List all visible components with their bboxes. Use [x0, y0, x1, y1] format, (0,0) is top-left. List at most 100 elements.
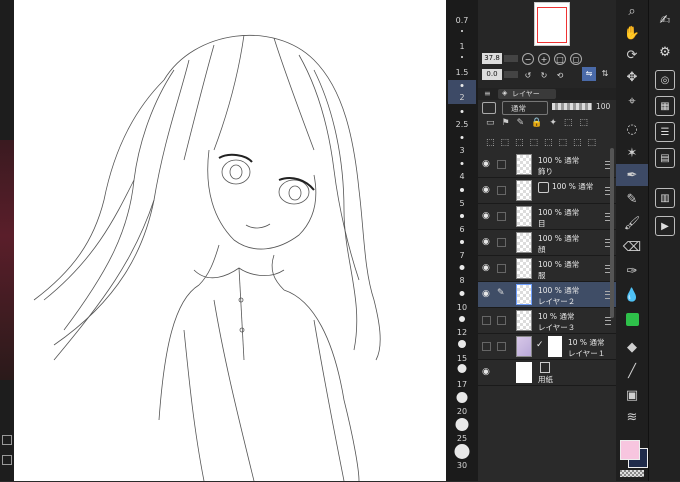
transparent-color-swatch[interactable]	[620, 470, 644, 477]
brush-size-item[interactable]: 1.5	[446, 68, 478, 77]
opacity-slider[interactable]	[552, 103, 592, 110]
hand-icon[interactable]: ✋	[616, 22, 648, 44]
zoom-icon[interactable]: ⌕	[616, 0, 648, 22]
color-set-icon[interactable]: ▦	[655, 96, 675, 116]
brush-size-item[interactable]: 7	[446, 251, 478, 260]
color-wheel-icon[interactable]: ◎	[655, 70, 675, 90]
layer-row-selected[interactable]: ◉ ✎ 100 % 通常 レイヤー２	[478, 282, 616, 308]
brush-size-item[interactable]: 12	[446, 328, 478, 337]
ink-icon[interactable]: ✑	[616, 260, 648, 282]
eye-icon[interactable]: ◉	[482, 159, 490, 169]
brush-size-item[interactable]: 2.5	[446, 120, 478, 129]
brush-size-item[interactable]: 2	[446, 93, 478, 102]
pencil-icon[interactable]: ✎	[616, 188, 648, 210]
eye-icon[interactable]: ◉	[482, 367, 490, 377]
brush-size-item[interactable]: 10	[446, 303, 478, 312]
flip-vertical-icon[interactable]: ⇅	[598, 67, 612, 81]
eye-icon[interactable]: ◉	[482, 263, 490, 273]
drag-handle-icon[interactable]	[605, 317, 611, 325]
brush-size-item[interactable]: 17	[446, 380, 478, 389]
wand-icon[interactable]: ✶	[616, 142, 648, 164]
reset-rotation-icon[interactable]: ⟲	[554, 69, 566, 81]
layer-row[interactable]: 10 % 通常 レイヤー３	[478, 308, 616, 334]
actual-size-icon[interactable]: ◻	[570, 53, 582, 65]
small-box-icon[interactable]	[2, 455, 12, 465]
lock-box[interactable]	[497, 212, 506, 221]
brush-size-item[interactable]: 25	[446, 434, 478, 443]
zoom-out-icon[interactable]: −	[522, 53, 534, 65]
gradient-icon[interactable]: ▣	[616, 384, 648, 406]
layer-row[interactable]: ◉ 100 % 通常 顔	[478, 230, 616, 256]
rotation-value[interactable]: 0.0	[482, 69, 502, 80]
flip-horizontal-icon[interactable]: ⇋	[582, 67, 596, 81]
layer-row[interactable]: ◉ 100 % 通常 目	[478, 204, 616, 230]
pen-icon[interactable]: ✒	[616, 164, 648, 186]
rotate-left-icon[interactable]: ↺	[522, 69, 534, 81]
rotate-right-icon[interactable]: ↻	[538, 69, 550, 81]
eye-icon[interactable]: ◉	[482, 211, 490, 221]
rotate-icon[interactable]: ⟳	[616, 44, 648, 66]
eye-icon[interactable]: ◉	[482, 237, 490, 247]
line-icon[interactable]: ╱	[616, 360, 648, 382]
brush-size-item[interactable]: 1	[446, 42, 478, 51]
brush-size-item[interactable]: 0.7	[446, 16, 478, 25]
main-color-swatch[interactable]	[620, 440, 640, 460]
zoom-value[interactable]: 37.8	[482, 53, 502, 64]
brush-size-item[interactable]: 20	[446, 407, 478, 416]
layer-scrollbar[interactable]	[610, 148, 614, 318]
lock-box[interactable]	[497, 342, 506, 351]
brush-size-item[interactable]: 6	[446, 225, 478, 234]
material-icon[interactable]: ▥	[655, 188, 675, 208]
fit-icon[interactable]: □	[554, 53, 566, 65]
layer-tool-row-2[interactable]: ⬚⬚⬚⬚⬚⬚⬚⬚	[486, 138, 602, 148]
brush-size-item[interactable]: 5	[446, 199, 478, 208]
eye-icon[interactable]: ◉	[482, 289, 490, 299]
layer-row[interactable]: ◉ 100 % 通常 服	[478, 256, 616, 282]
layer-row[interactable]: ✓ 10 % 通常 レイヤー１	[478, 334, 616, 360]
blend-icon[interactable]: 💧	[616, 284, 648, 306]
layer-row[interactable]: ◉ 100 % 通常	[478, 178, 616, 204]
small-box-icon[interactable]	[2, 435, 12, 445]
lock-box[interactable]	[497, 238, 506, 247]
brush-size-item[interactable]: 3	[446, 146, 478, 155]
brush-size-item[interactable]: 8	[446, 276, 478, 285]
brush-size-item[interactable]: 30	[446, 461, 478, 470]
visibility-box[interactable]	[482, 342, 491, 351]
fill-icon[interactable]	[616, 308, 648, 330]
lock-box[interactable]	[497, 264, 506, 273]
layers-panel-icon[interactable]: ▤	[655, 148, 675, 168]
opacity-value[interactable]: 100	[596, 102, 610, 111]
layer-color-icon[interactable]	[482, 102, 496, 114]
lock-box[interactable]	[497, 316, 506, 325]
layer-row[interactable]: ◉ 用紙	[478, 360, 616, 386]
drawing-canvas[interactable]	[14, 0, 446, 481]
brush-size-item[interactable]: 15	[446, 354, 478, 363]
shape-icon[interactable]: ◆	[616, 336, 648, 358]
brush-icon[interactable]: 🖌	[616, 212, 648, 234]
brush-settings-icon[interactable]: ✍	[655, 10, 675, 30]
brush-size-item[interactable]: 4	[446, 172, 478, 181]
visibility-box[interactable]	[482, 316, 491, 325]
layer-tool-row-1[interactable]: ▭⚑✎🔒✦⬚⬚	[486, 118, 595, 128]
zoom-bar[interactable]	[504, 55, 518, 62]
layer-row[interactable]: ◉ 100 % 通常 飾り	[478, 152, 616, 178]
subtool-settings-icon[interactable]: ⚙	[655, 42, 675, 62]
move-icon[interactable]: ✥	[616, 66, 648, 88]
navigator-preview[interactable]	[534, 2, 570, 46]
eraser-icon[interactable]: ⌫	[616, 236, 648, 258]
lock-box[interactable]	[497, 186, 506, 195]
menu-icon[interactable]: ≡	[484, 89, 491, 98]
layer-tab[interactable]: ◈ レイヤー	[498, 89, 556, 99]
layer-property-icon[interactable]: ☰	[655, 122, 675, 142]
layer-thumbnail	[516, 232, 532, 253]
brush-dot	[454, 444, 470, 459]
text-icon[interactable]: ≋	[616, 406, 648, 428]
lasso-icon[interactable]: ◌	[616, 118, 648, 140]
timeline-icon[interactable]: ▶	[655, 216, 675, 236]
rotation-bar[interactable]	[504, 71, 518, 78]
zoom-in-icon[interactable]: +	[538, 53, 550, 65]
eyedropper-icon[interactable]: ⌖	[616, 90, 648, 112]
eye-icon[interactable]: ◉	[482, 185, 490, 195]
blend-mode-select[interactable]: 通常	[502, 101, 548, 115]
lock-box[interactable]	[497, 160, 506, 169]
